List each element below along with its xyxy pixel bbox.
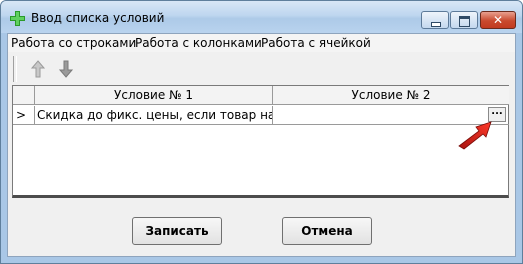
move-down-button[interactable] bbox=[54, 57, 78, 81]
cancel-button[interactable]: Отмена bbox=[282, 217, 372, 245]
move-up-icon bbox=[30, 60, 46, 78]
column-header[interactable]: Условие № 1 bbox=[35, 86, 273, 105]
dialog-client-area: Работа со строками Работа с колонками Ра… bbox=[7, 33, 516, 257]
maximize-icon bbox=[459, 16, 470, 27]
menu-item-cell[interactable]: Работа с ячейкой bbox=[261, 36, 371, 50]
dialog-window: Ввод списка условий ✕ Работа со строками… bbox=[0, 0, 523, 264]
row-indicator: > bbox=[13, 106, 35, 125]
save-button[interactable]: Записать bbox=[132, 217, 222, 245]
menu-item-columns[interactable]: Работа с колонками bbox=[135, 36, 262, 50]
maximize-button[interactable] bbox=[450, 11, 478, 29]
grid-header: Условие № 1 Условие № 2 bbox=[13, 86, 509, 106]
grid-cell[interactable]: Скидка до фикс. цены, если товар находи bbox=[35, 106, 273, 125]
app-cross-icon bbox=[10, 11, 25, 26]
row-indicator-header bbox=[13, 86, 35, 105]
close-button[interactable]: ✕ bbox=[480, 11, 516, 29]
menu-bar: Работа со строками Работа с колонками Ра… bbox=[8, 34, 515, 52]
menu-item-rows[interactable]: Работа со строками bbox=[11, 36, 136, 50]
toolbar-separator bbox=[13, 56, 17, 82]
move-down-icon bbox=[58, 60, 74, 78]
minimize-button[interactable] bbox=[421, 11, 449, 29]
conditions-grid[interactable]: Условие № 1 Условие № 2 > Скидка до фикс… bbox=[12, 85, 509, 198]
title-bar[interactable]: Ввод списка условий ✕ bbox=[1, 1, 522, 33]
minimize-icon bbox=[431, 22, 441, 27]
toolbar bbox=[10, 54, 90, 84]
annotation-arrow-icon bbox=[458, 121, 492, 150]
window-title: Ввод списка условий bbox=[31, 11, 165, 25]
close-icon: ✕ bbox=[492, 13, 504, 27]
column-header[interactable]: Условие № 2 bbox=[273, 86, 509, 105]
move-up-button[interactable] bbox=[26, 57, 50, 81]
table-row[interactable]: > Скидка до фикс. цены, если товар наход… bbox=[13, 106, 509, 125]
